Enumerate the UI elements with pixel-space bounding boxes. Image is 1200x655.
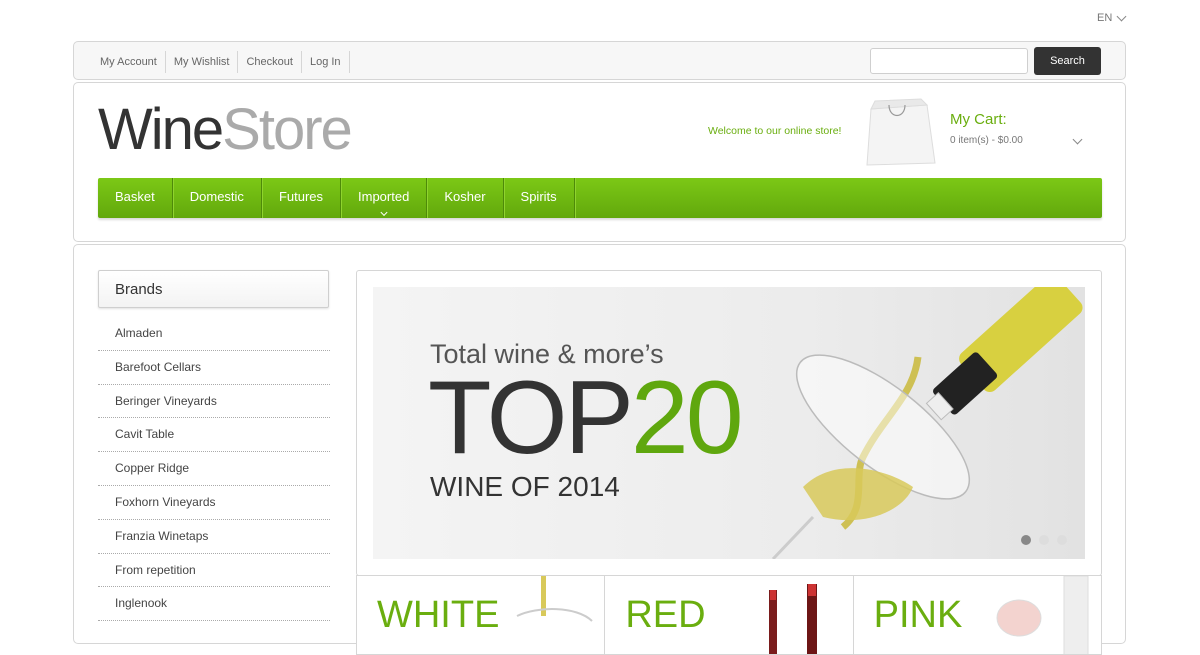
chevron-down-icon (380, 208, 388, 217)
nav-item-futures[interactable]: Futures (262, 178, 342, 218)
header: WineStore Welcome to our online store! M… (73, 82, 1126, 242)
brand-list: Almaden Barefoot Cellars Beringer Vineya… (98, 317, 330, 622)
nav-item-spirits[interactable]: Spirits (504, 178, 575, 218)
chevron-down-icon (1116, 11, 1127, 22)
my-account-link[interactable]: My Account (92, 51, 166, 73)
brand-item[interactable]: Copper Ridge (98, 452, 330, 486)
nav-item-kosher[interactable]: Kosher (427, 178, 504, 218)
nav-item-imported[interactable]: Imported (341, 178, 428, 218)
brands-header: Brands (98, 270, 329, 308)
nav-item-label: Kosher (444, 189, 486, 204)
banner-caption: WINE OF 2014 (430, 471, 620, 502)
slider-dot[interactable] (1021, 535, 1031, 545)
nav-item-label: Imported (358, 189, 410, 204)
logo-part-wine: Wine (98, 97, 224, 162)
brand-item[interactable]: Foxhorn Vineyards (98, 486, 330, 520)
banner-slider: Total wine & more’s TOP20 WINE OF 2014 (356, 270, 1102, 576)
language-selector[interactable]: EN (1097, 11, 1127, 24)
shopping-bag-icon[interactable] (865, 97, 937, 167)
banner-slide[interactable]: Total wine & more’s TOP20 WINE OF 2014 (373, 287, 1085, 559)
cart-summary[interactable]: 0 item(s) - $0.00 (950, 135, 1023, 146)
search-button[interactable]: Search (1034, 47, 1101, 75)
brand-item[interactable]: Franzia Winetaps (98, 520, 330, 554)
language-label: EN (1097, 12, 1113, 24)
brand-item[interactable]: From repetition (98, 554, 330, 588)
category-label: WHITE (377, 594, 500, 636)
brand-item[interactable]: Beringer Vineyards (98, 385, 330, 419)
banner-headline-number: 20 (630, 360, 744, 476)
nav-item-label: Spirits (520, 189, 557, 204)
white-wine-glass-image (516, 576, 593, 622)
main-content: Brands Almaden Barefoot Cellars Beringer… (73, 244, 1126, 655)
slider-pagination (1021, 535, 1067, 545)
brand-item[interactable]: Barefoot Cellars (98, 351, 330, 385)
banner-headline: TOP20 (428, 360, 744, 476)
banner-headline-top: TOP (428, 360, 634, 476)
category-label: RED (625, 594, 706, 636)
log-in-link[interactable]: Log In (302, 51, 350, 73)
checkout-link[interactable]: Checkout (238, 51, 302, 73)
nav-item-label: Basket (115, 189, 155, 204)
nav-item-domestic[interactable]: Domestic (173, 178, 262, 218)
category-red[interactable]: RED (605, 576, 854, 654)
category-white[interactable]: WHITE (357, 576, 606, 654)
logo-part-store: Store (222, 97, 353, 162)
account-links: My Account My Wishlist Checkout Log In (92, 51, 350, 73)
category-banners: WHITE RED PINK (356, 575, 1102, 655)
slider-dot[interactable] (1039, 535, 1049, 545)
category-pink[interactable]: PINK (854, 576, 1101, 654)
red-wine-bottles-image (769, 584, 818, 654)
wine-glass-image (771, 287, 1083, 559)
nav-item-label: Domestic (189, 189, 244, 204)
nav-item-label: Futures (278, 189, 324, 204)
search-input[interactable] (870, 48, 1028, 74)
cart-title[interactable]: My Cart: (950, 111, 1007, 128)
nav-item-basket[interactable]: Basket (98, 178, 173, 218)
store-logo[interactable]: WineStore (98, 95, 353, 165)
brand-item[interactable]: Inglenook (98, 587, 330, 622)
top-bar: My Account My Wishlist Checkout Log In S… (73, 41, 1126, 80)
main-navigation: Basket Domestic Futures Imported Kosher … (98, 178, 1102, 218)
pink-wine-glass-image (996, 576, 1089, 654)
brand-item[interactable]: Almaden (98, 317, 330, 351)
category-label: PINK (873, 594, 963, 636)
chevron-down-icon[interactable] (1072, 134, 1083, 145)
brand-item[interactable]: Cavit Table (98, 418, 330, 453)
brands-title: Brands (115, 281, 163, 298)
welcome-message: Welcome to our online store! (708, 125, 842, 137)
slider-dot[interactable] (1057, 535, 1067, 545)
my-wishlist-link[interactable]: My Wishlist (166, 51, 239, 73)
